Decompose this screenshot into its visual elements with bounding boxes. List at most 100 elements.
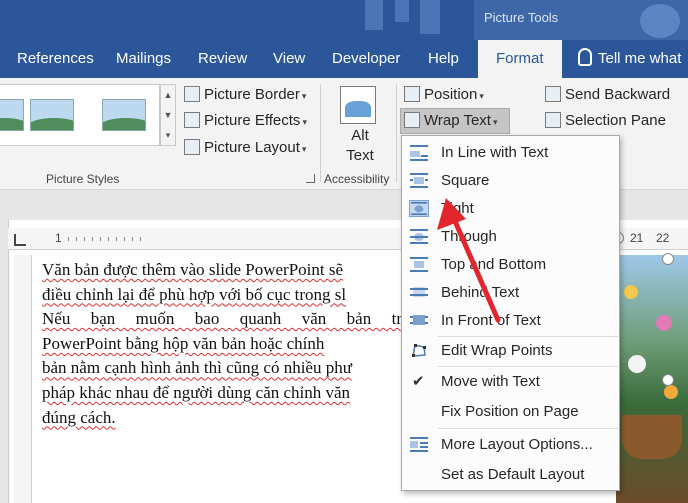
menu-item-top-and-bottom[interactable]: Top and Bottom [402, 251, 619, 278]
style-thumbnail[interactable] [102, 99, 146, 131]
alt-text-icon[interactable] [340, 86, 376, 124]
ribbon-tabs: References Mailings Review View Develope… [0, 40, 688, 78]
menu-item-label: More Layout Options... [441, 436, 593, 453]
picture-effects-label: Picture Effects [204, 112, 301, 129]
picture-styles-gallery[interactable] [0, 84, 160, 146]
ruler-tick [76, 237, 77, 241]
ruler-number: 22 [656, 231, 670, 245]
lightbulb-icon [578, 48, 592, 66]
send-backward-icon [545, 86, 561, 102]
position-button[interactable]: Position ▾ [404, 83, 484, 107]
in-front-text-icon [410, 315, 428, 325]
flower [624, 285, 638, 299]
menu-item-label: In Front of Text [441, 312, 541, 329]
menu-item-label: Move with Text [441, 373, 540, 390]
wrap-text-label: Wrap Text [424, 112, 491, 129]
menu-item-in-front-of-text[interactable]: In Front of Text [402, 307, 619, 334]
menu-item-label: Through [441, 228, 497, 245]
menu-item-more-layout-options[interactable]: More Layout Options... [402, 431, 619, 458]
tell-me-label: Tell me what [598, 50, 682, 67]
scroll-down-icon[interactable]: ▼ [161, 105, 175, 125]
decoration [395, 0, 409, 22]
flower [628, 355, 646, 373]
picture-border-button[interactable]: Picture Border ▾ [184, 83, 306, 107]
style-thumbnail[interactable] [30, 99, 74, 131]
picture-layout-button[interactable]: Picture Layout ▾ [184, 136, 306, 160]
menu-item-tight[interactable]: Tight [402, 195, 619, 222]
send-backward-button[interactable]: Send Backward [545, 83, 670, 107]
text-line: điều chỉnh lại để phù hợp với bố cục tro… [42, 284, 347, 304]
dialog-launcher-icon[interactable] [306, 174, 315, 183]
menu-item-label: Behind Text [441, 284, 520, 301]
chevron-down-icon: ▾ [479, 91, 484, 101]
group-separator [396, 84, 397, 182]
menu-item-edit-wrap-points[interactable]: Edit Wrap Points [402, 337, 619, 364]
menu-item-label: Set as Default Layout [441, 466, 585, 483]
edit-wrap-points-icon [412, 344, 426, 357]
menu-item-through[interactable]: Through [402, 223, 619, 250]
checkmark-icon: ✔ [412, 373, 425, 390]
scroll-up-icon[interactable]: ▲ [161, 85, 175, 105]
menu-item-square[interactable]: Square [402, 167, 619, 194]
ruler-tick [92, 237, 93, 241]
document-body-text[interactable]: Văn bản được thêm vào slide PowerPoint s… [42, 258, 402, 430]
selected-picture[interactable] [616, 255, 688, 503]
selection-pane-button[interactable]: Selection Pane [545, 109, 666, 133]
resize-handle[interactable] [662, 253, 674, 265]
title-bar: Picture Tools [0, 0, 688, 40]
ruler-tick [132, 237, 133, 241]
picture-border-label: Picture Border [204, 86, 300, 103]
menu-item-label: Tight [441, 200, 474, 217]
basket [622, 415, 682, 459]
menu-item-fix-position-on-page[interactable]: Fix Position on Page [402, 398, 619, 425]
tab-selector-icon[interactable] [14, 234, 26, 246]
menu-item-set-as-default-layout[interactable]: Set as Default Layout [402, 461, 619, 488]
ruler-number: 21 [630, 231, 644, 245]
position-label: Position [424, 86, 478, 103]
tab-help[interactable]: Help [428, 40, 459, 78]
menu-item-move-with-text[interactable]: ✔ Move with Text [402, 368, 619, 395]
wrap-text-button[interactable]: Wrap Text ▾ [404, 109, 498, 133]
tab-developer[interactable]: Developer [332, 40, 400, 78]
menu-item-label: Edit Wrap Points [441, 342, 553, 359]
layout-options-icon [410, 437, 428, 452]
group-separator [320, 84, 321, 182]
menu-item-label: Square [441, 172, 490, 189]
inline-icon [410, 145, 428, 161]
gallery-scroll[interactable]: ▲ ▼ ▾ [160, 84, 176, 146]
resize-handle[interactable] [662, 374, 674, 386]
tab-view[interactable]: View [273, 40, 305, 78]
tab-format[interactable]: Format [478, 40, 562, 78]
picture-effects-button[interactable]: Picture Effects ▾ [184, 109, 307, 133]
wrap-text-menu: In Line with Text Square Tight Through T… [401, 135, 620, 491]
text-line: đúng cách. [42, 407, 116, 427]
more-icon[interactable]: ▾ [161, 125, 175, 145]
selection-pane-icon [545, 112, 561, 128]
position-icon [404, 86, 420, 102]
tell-me-box[interactable]: Tell me what [578, 40, 681, 78]
square-wrap-icon [410, 173, 428, 188]
text-line: pháp khác nhau để người dùng căn chỉnh v… [42, 382, 351, 402]
ruler-tick [100, 237, 101, 241]
vertical-ruler[interactable] [14, 255, 32, 503]
style-thumbnail[interactable] [0, 99, 24, 131]
picture-styles-group-label: Picture Styles [46, 172, 120, 186]
menu-item-in-line-with-text[interactable]: In Line with Text [402, 139, 619, 166]
chevron-down-icon: ▾ [301, 144, 307, 154]
tab-review[interactable]: Review [198, 40, 247, 78]
menu-item-label: Fix Position on Page [441, 403, 579, 420]
picture-tools-label: Picture Tools [484, 10, 559, 25]
chevron-down-icon: ▾ [492, 117, 498, 127]
menu-item-label: In Line with Text [441, 144, 549, 161]
tight-wrap-icon [409, 200, 429, 217]
ruler-number: 1 [55, 231, 62, 245]
menu-separator [438, 428, 618, 429]
chevron-down-icon: ▾ [301, 91, 307, 101]
alt-text-button[interactable]: Alt Text [340, 126, 380, 166]
chevron-down-icon: ▾ [302, 117, 307, 127]
menu-item-behind-text[interactable]: Behind Text [402, 279, 619, 306]
text-line: bản nằm cạnh hình ảnh thì cũng có nhiều … [42, 358, 352, 378]
tab-mailings[interactable]: Mailings [116, 40, 171, 78]
tab-references[interactable]: References [17, 40, 94, 78]
behind-text-icon [410, 287, 428, 297]
